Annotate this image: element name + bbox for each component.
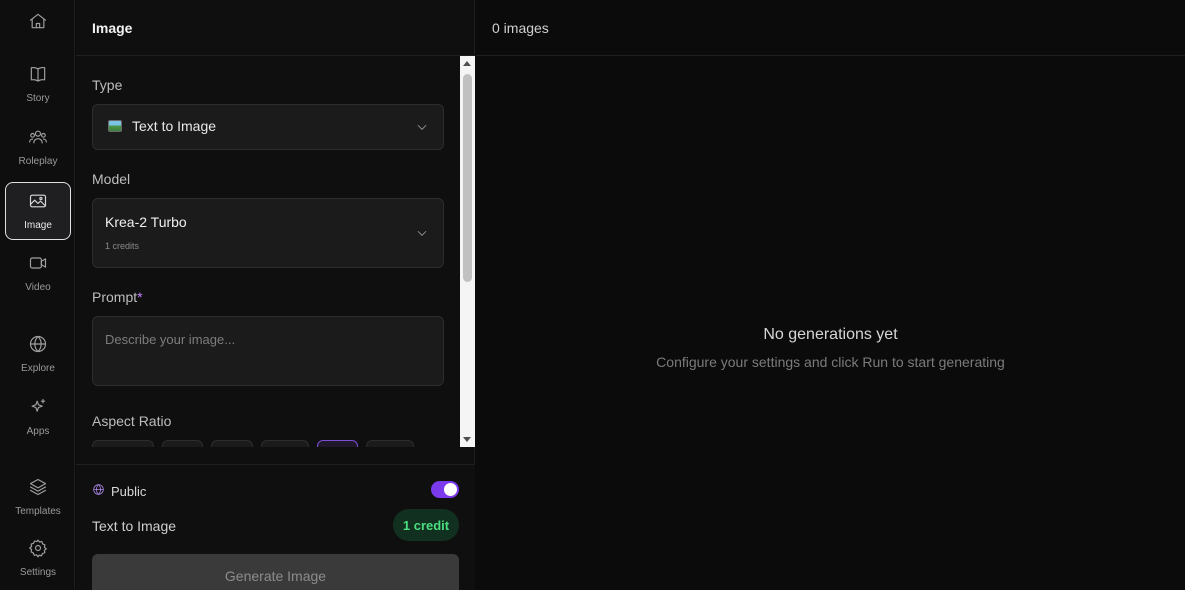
scrollbar-thumb[interactable]	[463, 74, 472, 282]
video-icon	[28, 253, 48, 278]
type-value: Text to Image	[132, 118, 217, 134]
settings-scroll-area[interactable]: Type Text to Image Model Krea-2 Turbo 1 …	[76, 56, 460, 447]
aspect-ratio-option[interactable]	[92, 440, 154, 447]
panel-footer: Public Text to Image 1 credit Generate I…	[76, 464, 475, 590]
rail-item-label: Story	[26, 93, 50, 104]
picture-icon	[108, 120, 122, 132]
public-label: Public	[111, 483, 147, 499]
panel-scrollbar[interactable]	[460, 56, 475, 447]
empty-state: No generations yet Configure your settin…	[476, 326, 1185, 370]
rail-item-settings[interactable]: Settings	[5, 529, 71, 587]
generate-image-button[interactable]: Generate Image	[92, 554, 459, 590]
aspect-ratio-option[interactable]	[211, 440, 253, 447]
rail-item-image[interactable]: Image	[5, 182, 71, 240]
users-icon	[28, 127, 48, 152]
aspect-ratio-option[interactable]	[162, 440, 203, 447]
settings-panel: Image Type Text to Image Model Krea-2 Tu…	[76, 0, 475, 590]
aspect-ratio-option[interactable]	[261, 440, 309, 447]
gear-icon	[28, 538, 48, 563]
type-select[interactable]: Text to Image	[92, 104, 444, 150]
empty-state-title: No generations yet	[763, 326, 898, 343]
book-icon	[28, 64, 48, 89]
scroll-down-arrow[interactable]	[463, 437, 471, 442]
globe-icon	[92, 483, 105, 499]
rail-item-home[interactable]	[5, 0, 71, 52]
scroll-up-arrow[interactable]	[463, 61, 471, 66]
toggle-knob	[444, 483, 457, 496]
panel-title: Image	[76, 0, 474, 56]
generation-mode: Text to Image	[92, 518, 177, 534]
rail-item-templates[interactable]: Templates	[5, 468, 71, 526]
home-icon	[28, 11, 48, 36]
image-icon	[28, 191, 48, 216]
nav-rail: Story Roleplay Image Video Explore Apps …	[0, 0, 75, 590]
rail-item-label: Image	[24, 220, 52, 231]
rail-item-label: Explore	[21, 363, 55, 374]
model-label: Model	[92, 171, 131, 187]
aspect-ratio-label: Aspect Ratio	[92, 413, 172, 429]
rail-item-label: Templates	[15, 506, 61, 517]
model-name: Krea-2 Turbo	[105, 214, 187, 230]
model-select[interactable]: Krea-2 Turbo 1 credits	[92, 198, 444, 268]
rail-item-label: Roleplay	[18, 156, 58, 167]
rail-item-label: Settings	[19, 567, 57, 578]
rail-item-label: Apps	[26, 426, 50, 437]
public-toggle[interactable]	[431, 481, 459, 498]
prompt-input[interactable]: Describe your image...	[92, 316, 444, 386]
rail-item-video[interactable]: Video	[5, 244, 71, 302]
app-window: Story Roleplay Image Video Explore Apps …	[0, 0, 1185, 590]
chevron-down-icon	[415, 226, 429, 240]
type-label: Type	[92, 77, 123, 93]
layers-icon	[28, 477, 48, 502]
aspect-ratio-option-selected[interactable]	[317, 440, 358, 447]
rail-item-roleplay[interactable]: Roleplay	[5, 118, 71, 176]
model-credits: 1 credits	[105, 241, 140, 251]
globe-icon	[28, 334, 48, 359]
required-mark: *	[137, 289, 143, 305]
sparkles-icon	[28, 397, 48, 422]
image-count: 0 images	[476, 0, 1185, 56]
prompt-label: Prompt*	[92, 289, 143, 305]
rail-item-label: Video	[25, 282, 51, 293]
results-area: 0 images No generations yet Configure yo…	[476, 0, 1185, 590]
aspect-ratio-option[interactable]	[366, 440, 414, 447]
chevron-down-icon	[415, 120, 429, 134]
empty-state-subtitle: Configure your settings and click Run to…	[656, 354, 1005, 370]
rail-item-apps[interactable]: Apps	[5, 388, 71, 446]
credit-cost-badge: 1 credit	[393, 509, 459, 541]
rail-item-story[interactable]: Story	[5, 55, 71, 113]
rail-item-explore[interactable]: Explore	[5, 325, 71, 383]
public-setting: Public	[92, 483, 146, 499]
